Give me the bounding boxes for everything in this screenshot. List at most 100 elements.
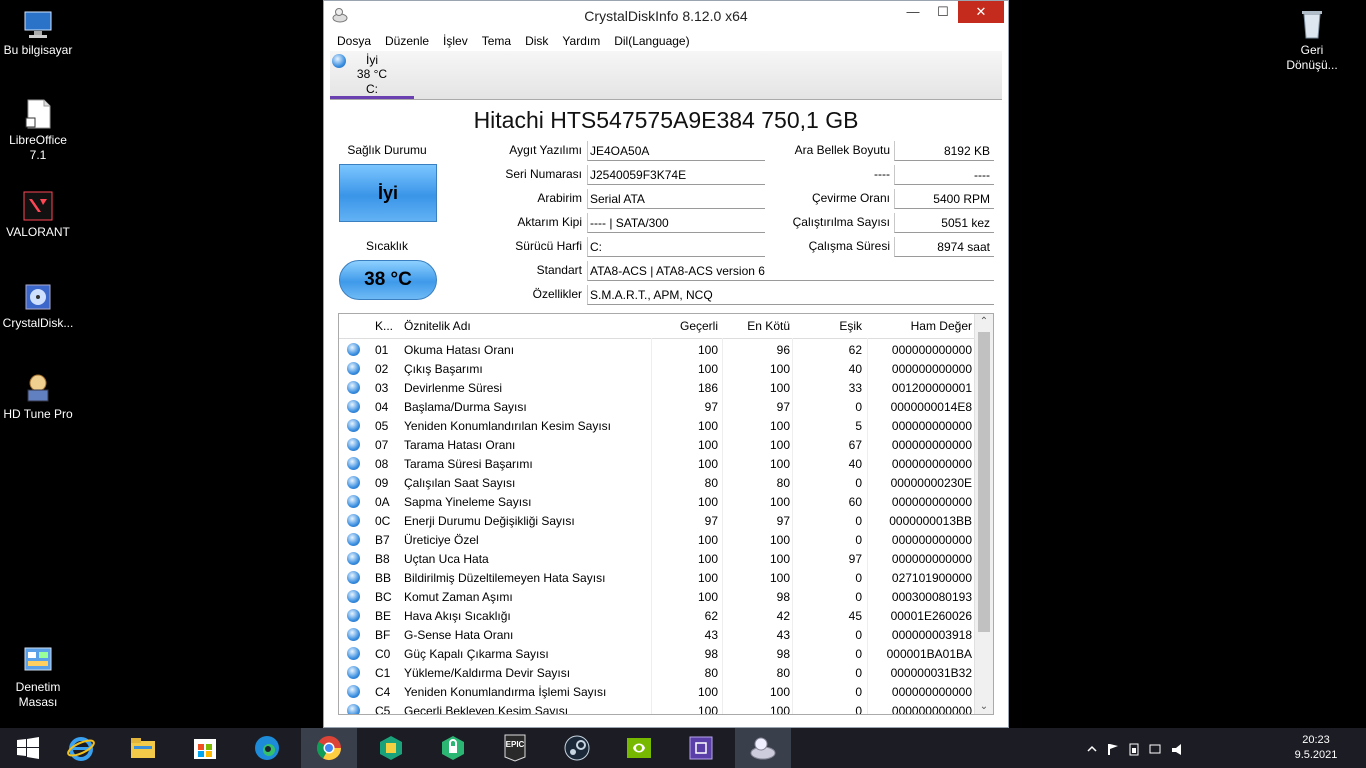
cell-current: 100: [697, 343, 718, 357]
table-row[interactable]: 01 Okuma Hatası Oranı 100 96 62 000000000000: [339, 340, 975, 359]
title-bar[interactable]: CrystalDiskInfo 8.12.0 x64 — ☐ ✕: [324, 1, 1008, 31]
table-row[interactable]: B7 Üreticiye Özel 100 100 0 000000000000: [339, 530, 975, 549]
table-row[interactable]: B8 Uçtan Uca Hata 100 100 97 000000000000: [339, 549, 975, 568]
cell-raw-value: 000000003918: [891, 628, 972, 642]
cell-threshold: 5: [855, 419, 862, 433]
desktop-icon-label: Geri Dönüşü...: [1286, 43, 1338, 72]
start-button[interactable]: [0, 728, 50, 768]
cell-raw-value: 000000000000: [891, 419, 972, 433]
maximize-button[interactable]: ☐: [928, 1, 958, 23]
cell-threshold: 97: [848, 552, 862, 566]
table-row[interactable]: C1 Yükleme/Kaldırma Devir Sayısı 80 80 0 0000…: [339, 663, 975, 682]
cell-worst: 100: [769, 362, 790, 376]
minimize-button[interactable]: —: [898, 1, 928, 23]
table-row[interactable]: BB Bildirilmiş Düzeltilemeyen Hata Sayısı…: [339, 568, 975, 587]
drive-selector-bar: İyi 38 °C C:: [330, 51, 1002, 100]
menu-tema[interactable]: Tema: [475, 32, 518, 50]
scroll-down-icon[interactable]: ⌄: [975, 701, 993, 712]
cell-current: 100: [697, 495, 718, 509]
cell-id: 07: [375, 438, 389, 452]
taskbar-store[interactable]: [177, 728, 233, 768]
table-row[interactable]: 07 Tarama Hatası Oranı 100 100 67 00000000000…: [339, 435, 975, 454]
table-row[interactable]: 08 Tarama Süresi Başarımı 100 100 40 00000000…: [339, 454, 975, 473]
cell-worst: 96: [776, 343, 790, 357]
taskbar-cpu-app[interactable]: [673, 728, 729, 768]
table-row[interactable]: BE Hava Akışı Sıcaklığı 62 42 45 00001E260026: [339, 606, 975, 625]
table-row[interactable]: 0C Enerji Durumu Değişikliği Sayısı 97 97 0 0…: [339, 511, 975, 530]
menu-duzenle[interactable]: Düzenle: [378, 32, 436, 50]
health-label: Sağlık Durumu: [347, 143, 427, 157]
table-row[interactable]: 09 Çalışılan Saat Sayısı 80 80 0 00000000230E: [339, 473, 975, 492]
scrollbar-thumb[interactable]: [978, 332, 990, 632]
desktop-icon-control-panel[interactable]: Denetim Masası: [0, 645, 76, 710]
cell-current: 100: [697, 438, 718, 452]
status-ball-icon: [347, 685, 360, 698]
interface-label: Arabirim: [537, 191, 582, 205]
cell-id: 09: [375, 476, 389, 490]
col-header-raw-value[interactable]: Ham Değer: [869, 319, 972, 333]
status-ball-icon: [347, 362, 360, 375]
health-status-button[interactable]: İyi: [339, 164, 437, 222]
table-row[interactable]: 0A Sapma Yineleme Sayısı 100 100 60 000000000…: [339, 492, 975, 511]
clock[interactable]: 20:23 9.5.2021: [1286, 733, 1346, 763]
table-row[interactable]: C0 Güç Kapalı Çıkarma Sayısı 98 98 0 000001BA…: [339, 644, 975, 663]
table-row[interactable]: C4 Yeniden Konumlandırma İşlemi Sayısı 100…: [339, 682, 975, 701]
desktop-icon-label: LibreOffice 7.1: [9, 133, 67, 162]
table-row[interactable]: 03 Devirlenme Süresi 186 100 33 001200000001: [339, 378, 975, 397]
taskbar-file-explorer[interactable]: [115, 728, 171, 768]
col-header-current[interactable]: Geçerli: [654, 319, 718, 333]
cell-raw-value: 000000000000: [891, 704, 972, 715]
desktop-icon-label: CrystalDisk...: [2, 316, 74, 330]
table-row[interactable]: BF G-Sense Hata Oranı 43 43 0 000000003918: [339, 625, 975, 644]
taskbar-vpn[interactable]: [425, 728, 481, 768]
table-scrollbar[interactable]: ⌃ ⌄: [974, 314, 993, 714]
cell-raw-value: 00001E260026: [890, 609, 972, 623]
desktop-icon-recycle-bin[interactable]: Geri Dönüşü...: [1274, 8, 1350, 73]
taskbar-nvidia[interactable]: [611, 728, 667, 768]
taskbar-green-app[interactable]: [363, 728, 419, 768]
taskbar-epic-games[interactable]: EPIC: [487, 728, 543, 768]
desktop-icon-label: Bu bilgisayar: [3, 43, 73, 57]
taskbar-crystaldiskinfo[interactable]: [735, 728, 791, 768]
table-row[interactable]: BC Komut Zaman Aşımı 100 98 0 000300080193: [339, 587, 975, 606]
cell-threshold: 40: [848, 457, 862, 471]
col-header-id[interactable]: K...: [375, 319, 393, 333]
cell-attribute-name: Tarama Süresi Başarımı: [404, 457, 533, 471]
drive-tab-c[interactable]: İyi 38 °C C:: [330, 51, 414, 99]
desktop-icon-computer[interactable]: Bu bilgisayar: [0, 8, 76, 58]
tray-icons[interactable]: [1084, 741, 1254, 757]
taskbar-steam[interactable]: [549, 728, 605, 768]
scroll-up-icon[interactable]: ⌃: [975, 316, 993, 327]
desktop-icon-valorant[interactable]: VALORANT: [0, 190, 76, 240]
cell-attribute-name: Bildirilmiş Düzeltilemeyen Hata Sayısı: [404, 571, 606, 585]
menu-disk[interactable]: Disk: [518, 32, 555, 50]
table-row[interactable]: 05 Yeniden Konumlandırılan Kesim Sayısı 10…: [339, 416, 975, 435]
col-header-threshold[interactable]: Eşik: [794, 319, 862, 333]
menu-dosya[interactable]: Dosya: [330, 32, 378, 50]
libreoffice-icon: [22, 98, 54, 130]
col-header-attribute[interactable]: Öznitelik Adı: [404, 319, 471, 333]
taskbar-edge[interactable]: [239, 728, 295, 768]
table-row[interactable]: 04 Başlama/Durma Sayısı 97 97 0 0000000014E8: [339, 397, 975, 416]
table-row[interactable]: 02 Çıkış Başarımı 100 100 40 000000000000: [339, 359, 975, 378]
desktop-icon-hdtune[interactable]: HD Tune Pro: [0, 372, 76, 422]
desktop-icon-crystaldisk[interactable]: CrystalDisk...: [0, 281, 76, 331]
taskbar-chrome[interactable]: [301, 728, 357, 768]
desktop-icon-libreoffice[interactable]: LibreOffice 7.1: [0, 98, 76, 163]
cell-threshold: 0: [855, 647, 862, 661]
menu-islev[interactable]: İşlev: [436, 32, 475, 50]
hdtune-icon: [22, 372, 54, 404]
taskbar-internet-explorer[interactable]: [53, 728, 109, 768]
col-header-worst[interactable]: En Kötü: [724, 319, 790, 333]
crystaldiskinfo-icon: [749, 734, 777, 762]
table-header: K... Öznitelik Adı Geçerli En Kötü Eşik …: [339, 314, 975, 339]
internet-explorer-icon: [67, 734, 95, 762]
close-button[interactable]: ✕: [958, 1, 1004, 23]
menu-language[interactable]: Dil(Language): [607, 32, 696, 50]
cell-threshold: 0: [855, 514, 862, 528]
menu-yardim[interactable]: Yardım: [555, 32, 607, 50]
status-ball-icon: [347, 514, 360, 527]
cell-raw-value: 000001BA01BA: [886, 647, 972, 661]
temperature-button[interactable]: 38 °C: [339, 260, 437, 300]
table-row[interactable]: C5 Geçerli Bekleyen Kesim Sayısı 100 100 0 00…: [339, 701, 975, 715]
